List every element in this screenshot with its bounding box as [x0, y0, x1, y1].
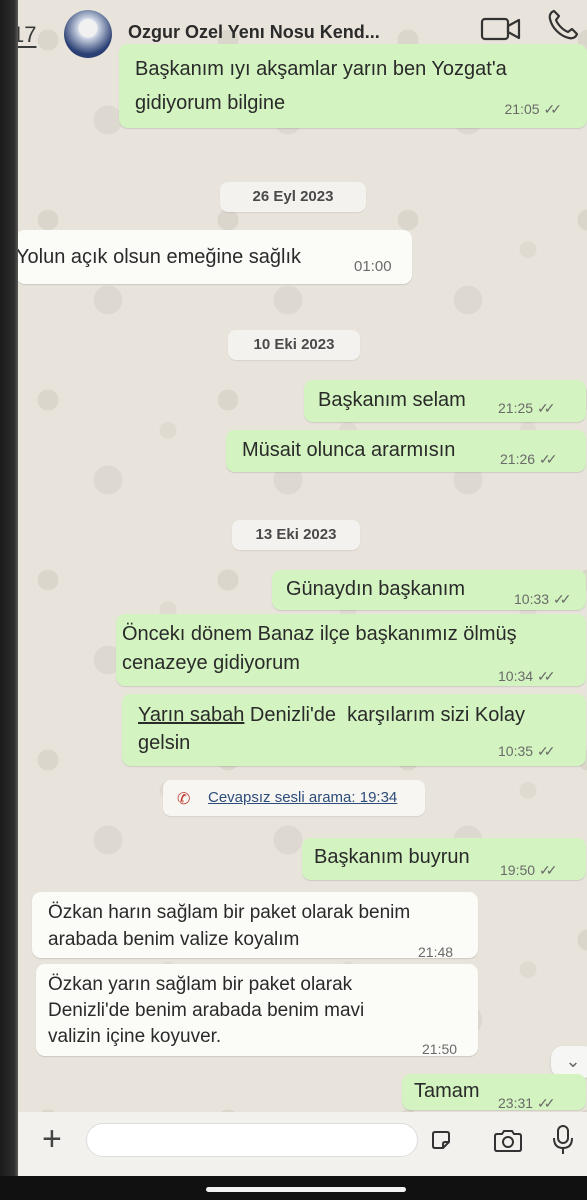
- attach-plus-icon[interactable]: +: [42, 1120, 62, 1159]
- home-indicator[interactable]: [206, 1187, 406, 1192]
- read-ticks-icon: ✓✓: [543, 101, 563, 117]
- voice-call-icon[interactable]: [546, 8, 580, 42]
- message-bubble-incoming[interactable]: Yolun açık olsun emeğine sağlık 01:00: [18, 230, 412, 284]
- message-time: 10:34 ✓✓: [498, 668, 556, 684]
- message-time: 21:26 ✓✓: [500, 451, 558, 467]
- date-separator: 26 Eyl 2023: [220, 182, 366, 212]
- message-text: Günaydın başkanım: [286, 578, 465, 600]
- chat-screen: 17 Ozgur Ozel Yenı Nosu Kend... Başkanım…: [18, 0, 587, 1176]
- back-button-unread-count[interactable]: 17: [18, 22, 36, 48]
- read-ticks-icon: ✓✓: [537, 1095, 556, 1111]
- read-ticks-icon: ✓✓: [539, 451, 558, 467]
- message-bubble-outgoing[interactable]: Başkanım selam 21:25 ✓✓: [304, 380, 586, 422]
- microphone-icon[interactable]: [552, 1124, 574, 1156]
- message-bubble-outgoing[interactable]: Tamam 23:31 ✓✓: [402, 1074, 586, 1111]
- message-text: Başkanım ıyı akşamlar yarın ben Yozgat'a: [135, 58, 507, 80]
- camera-icon[interactable]: [492, 1128, 524, 1154]
- contact-name[interactable]: Ozgur Ozel Yenı Nosu Kend...: [128, 22, 380, 43]
- avatar[interactable]: [64, 10, 112, 58]
- message-text: Öncekı dönem Banaz ilçe başkanımız ölmüş: [122, 623, 517, 645]
- message-bubble-outgoing[interactable]: Müsait olunca ararmısın 21:26 ✓✓: [226, 430, 586, 472]
- chevron-down-icon: ⌄: [565, 1051, 581, 1071]
- message-text: Denizli'de benim arabada benim mavi: [48, 1000, 365, 1021]
- missed-call-notice[interactable]: ✆ Cevapsız sesli arama: 19:34: [163, 780, 425, 816]
- message-text: gelsin: [138, 732, 191, 754]
- message-text: Müsait olunca ararmısın: [242, 439, 456, 461]
- read-ticks-icon: ✓✓: [537, 668, 556, 684]
- message-text: Başkanım buyrun: [314, 846, 470, 868]
- message-time: 21:50: [422, 1041, 458, 1057]
- date-separator: 10 Eki 2023: [228, 330, 360, 360]
- message-text: valizin içine koyuver.: [48, 1026, 222, 1047]
- message-text: Tamam: [414, 1080, 480, 1102]
- message-bubble-outgoing[interactable]: Başkanım buyrun 19:50 ✓✓: [302, 838, 586, 880]
- read-ticks-icon: ✓✓: [537, 400, 556, 416]
- message-bubble-incoming[interactable]: Özkan harın sağlam bir paket olarak beni…: [32, 892, 478, 960]
- message-time: 21:48: [418, 944, 454, 960]
- missed-call-icon: ✆: [177, 791, 191, 808]
- read-ticks-icon: ✓✓: [539, 862, 558, 878]
- date-separator: 13 Eki 2023: [232, 520, 360, 550]
- message-text: Özkan harın sağlam bir paket olarak beni…: [48, 902, 411, 923]
- message-time: 21:05 ✓✓: [504, 101, 563, 117]
- video-call-icon[interactable]: [480, 14, 522, 44]
- message-bubble-outgoing[interactable]: Günaydın başkanım 10:33 ✓✓: [272, 570, 586, 610]
- message-text: Özkan yarın sağlam bir paket olarak: [48, 974, 353, 995]
- message-bubble-incoming[interactable]: Özkan yarın sağlam bir paket olarak Deni…: [36, 964, 478, 1057]
- message-text: cenazeye gidiyorum: [122, 652, 300, 674]
- message-text: Yolun açık olsun emeğine sağlık: [18, 246, 301, 268]
- message-link[interactable]: Yarın sabah: [138, 704, 244, 726]
- message-time: 10:35 ✓✓: [498, 743, 556, 759]
- read-ticks-icon: ✓✓: [553, 591, 572, 607]
- message-bubble-outgoing[interactable]: Yarın sabah Denizli'de karşılarım sizi K…: [122, 694, 586, 766]
- message-time: 01:00: [354, 258, 392, 275]
- read-ticks-icon: ✓✓: [537, 743, 556, 759]
- message-input[interactable]: [86, 1123, 418, 1157]
- message-bubble-outgoing[interactable]: Başkanım ıyı akşamlar yarın ben Yozgat'a…: [119, 44, 587, 128]
- message-text: gidiyorum bilgine: [135, 92, 286, 114]
- message-bubble-outgoing[interactable]: Öncekı dönem Banaz ilçe başkanımız ölmüş…: [116, 614, 586, 686]
- message-time: 10:33 ✓✓: [514, 591, 572, 607]
- sticker-icon[interactable]: [430, 1129, 452, 1151]
- missed-call-text: Cevapsız sesli arama: 19:34: [208, 789, 398, 806]
- message-text: arabada benim valize koyalım: [48, 929, 300, 950]
- message-text: Başkanım selam: [318, 389, 466, 411]
- message-time: 19:50 ✓✓: [500, 862, 558, 878]
- message-text: Yarın sabah Denizli'de karşılarım sizi K…: [138, 704, 525, 726]
- message-time: 21:25 ✓✓: [498, 400, 556, 416]
- message-input-bar: +: [18, 1112, 587, 1176]
